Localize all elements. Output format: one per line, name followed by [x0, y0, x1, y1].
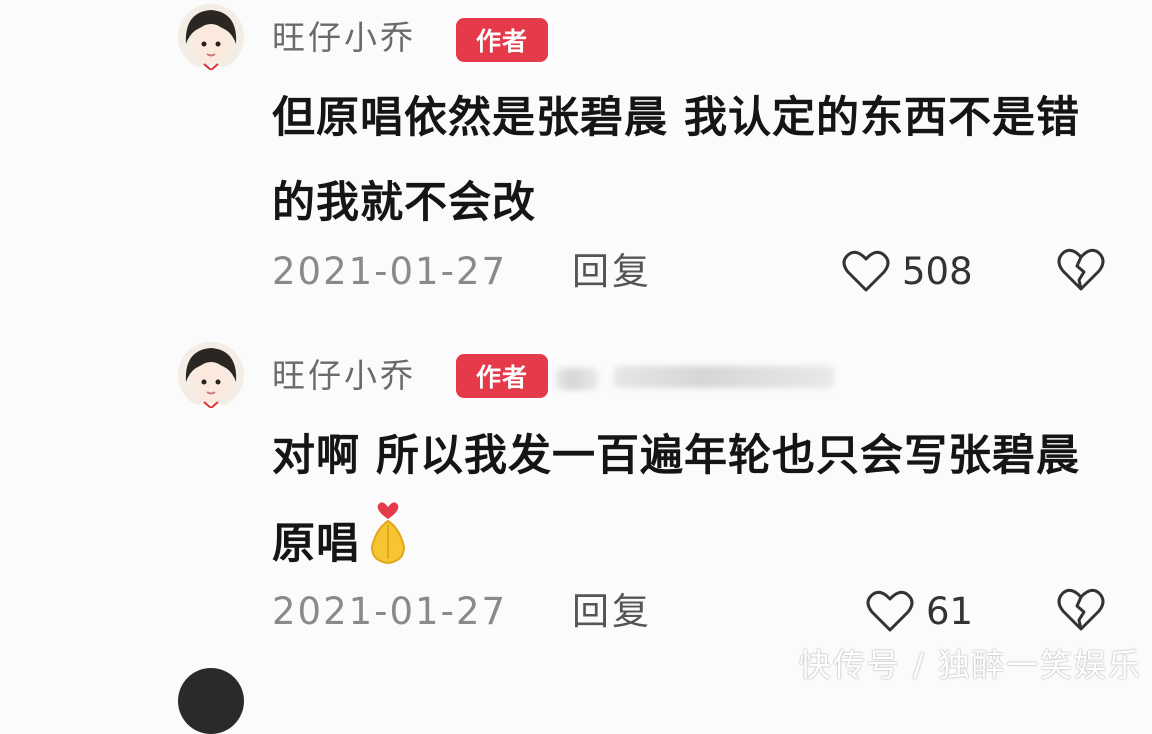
pray-hands-emoji: [366, 499, 410, 594]
avatar-image: [178, 4, 244, 70]
avatar-image: [178, 342, 244, 408]
redacted-text: [614, 366, 834, 388]
comment-text: 对啊 所以我发一百遍年轮也只会写张碧晨原唱: [272, 414, 1092, 594]
username[interactable]: 旺仔小乔: [272, 18, 416, 58]
redacted-text: [556, 368, 598, 390]
like-button[interactable]: 61: [866, 586, 973, 636]
reply-button[interactable]: 回复: [572, 250, 652, 294]
author-badge: 作者: [456, 354, 548, 398]
heart-outline-icon: [866, 590, 914, 632]
dislike-button[interactable]: [1056, 246, 1106, 296]
like-count: 508: [902, 249, 973, 293]
broken-heart-icon: [1057, 588, 1105, 631]
avatar[interactable]: [178, 668, 244, 734]
author-badge: 作者: [456, 18, 548, 62]
username[interactable]: 旺仔小乔: [272, 356, 416, 396]
reply-button[interactable]: 回复: [572, 590, 652, 634]
broken-heart-icon: [1057, 248, 1105, 291]
avatar[interactable]: [178, 4, 244, 70]
watermark: 快传号 / 独醉一笑娱乐: [798, 646, 1142, 684]
dislike-button[interactable]: [1056, 586, 1106, 636]
comment-text: 但原唱依然是张碧晨 我认定的东西不是错的我就不会改: [272, 93, 1080, 228]
heart-outline-icon: [842, 250, 890, 292]
like-button[interactable]: 508: [842, 246, 973, 296]
comment-date: 2021-01-27: [272, 250, 508, 293]
avatar[interactable]: [178, 342, 244, 408]
comment-date: 2021-01-27: [272, 590, 508, 633]
like-count: 61: [926, 589, 974, 633]
